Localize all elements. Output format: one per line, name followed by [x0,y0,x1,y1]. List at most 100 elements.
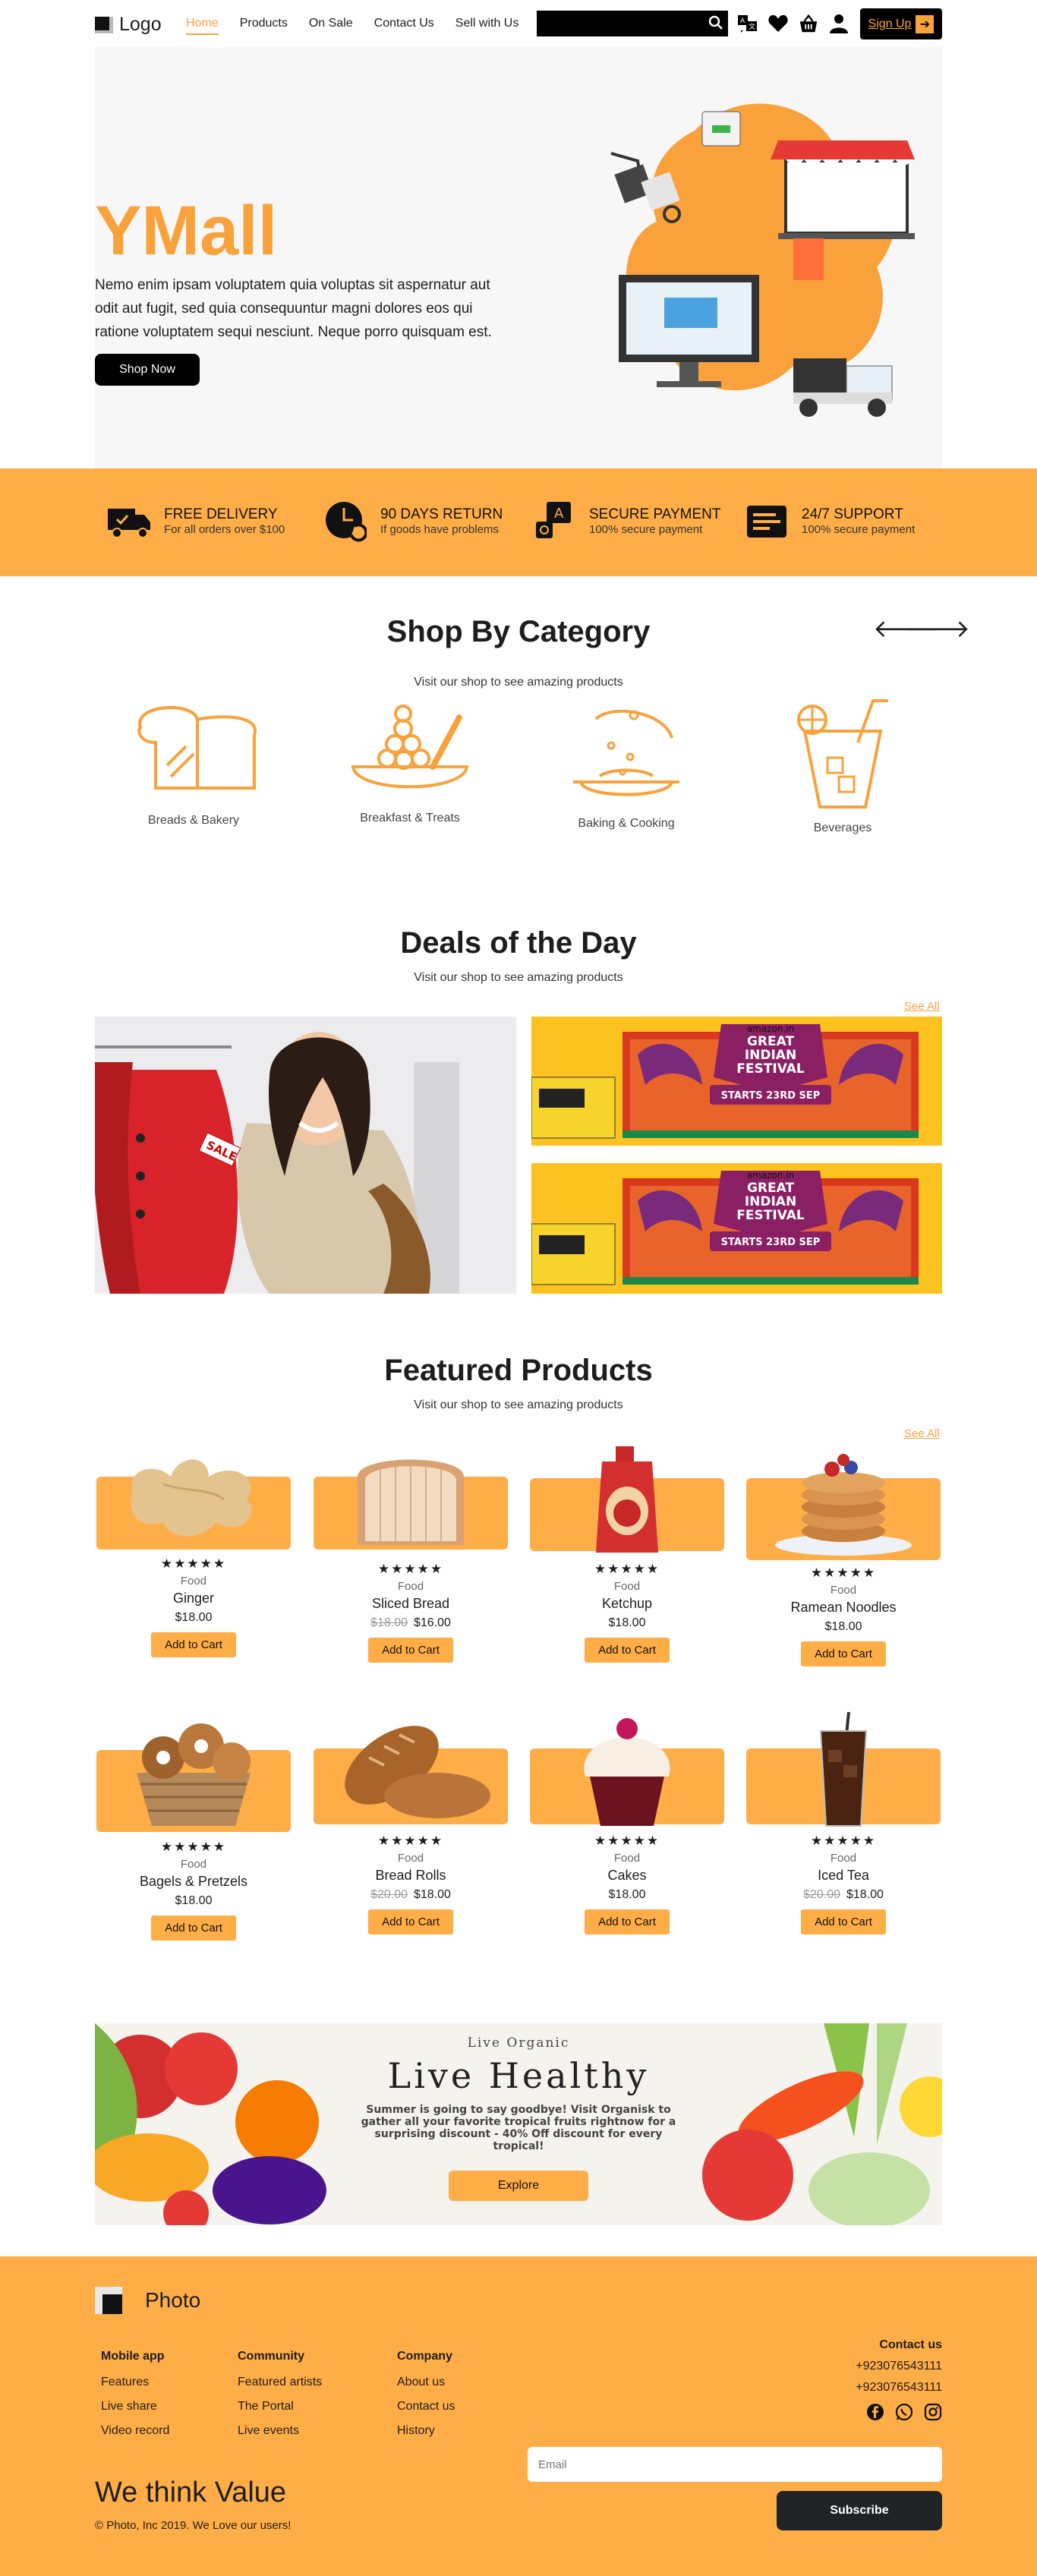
footer-tagline: We think Value [95,2477,287,2508]
feature-secure-payment: A SECURE PAYMENT 100% secure payment [531,501,721,542]
product-price: $18.00 [96,1611,291,1625]
hero-title: YMall [95,192,278,270]
product-category: Food [397,1852,424,1865]
banner-starts: STARTS 23RD SEP [721,1090,821,1102]
price-current: $18.00 [414,1888,451,1901]
product-price: $18.00 $16.00 [314,1616,508,1630]
add-to-cart-button[interactable]: Add to Cart [368,1909,453,1934]
footer-link[interactable]: Features [101,2370,169,2395]
feature-subtitle: If goods have problems [380,523,499,536]
nav-link-products[interactable]: Products [240,17,288,35]
basket-icon[interactable] [798,13,819,34]
nav-link-sell[interactable]: Sell with Us [455,17,519,35]
featured-title: Featured Products [384,1354,653,1387]
featured-see-all-link[interactable]: See All [904,1427,940,1440]
shop-now-button[interactable]: Shop Now [95,354,200,386]
footer-link[interactable]: Live events [238,2419,322,2443]
signup-button[interactable]: Sign Up ➔ [860,8,942,39]
footer-link[interactable]: About us [397,2370,455,2395]
site-logo[interactable]: Logo [95,14,162,36]
price-old: $20.00 [370,1888,408,1901]
nav-link-contact[interactable]: Contact Us [374,17,434,35]
organic-promo-banner: Live Organic Live Healthy Summer is goin… [95,2023,942,2225]
sale-shopper-image: SALE [95,1017,516,1294]
banner-brand: amazon.in [747,1170,794,1181]
heart-icon[interactable] [768,13,789,34]
category-breakfast[interactable]: Breakfast & Treats [334,695,486,825]
feature-support: 24/7 SUPPORT 100% secure payment [744,501,915,542]
promo-text: Summer is going to say goodbye! Visit Or… [361,2104,676,2152]
price-current: $18.00 [608,1888,646,1901]
facebook-icon[interactable] [866,2403,884,2429]
search-input[interactable] [537,11,728,36]
add-to-cart-button[interactable]: Add to Cart [801,1641,886,1666]
translate-icon[interactable]: A文 [737,13,758,34]
footer-col-title: Company [397,2350,452,2363]
subscribe-button[interactable]: Subscribe [777,2491,942,2530]
category-label: Breads & Bakery [147,814,240,827]
product-price: $18.00 [530,1888,724,1902]
footer-link[interactable]: Contact us [397,2395,455,2419]
sliced-bread-image [358,1459,464,1545]
cupcake-image [584,1718,670,1826]
signup-label: Sign Up [868,17,912,30]
product-name: Ginger [172,1591,215,1606]
footer-link[interactable]: Featured artists [238,2370,322,2395]
contact-phone: +923076543111 [856,2360,942,2373]
rating-stars: ★★★★★ [377,1562,444,1576]
arrow-right-icon[interactable]: 🡒 [905,613,970,643]
search-icon[interactable] [708,15,723,34]
logo-text: Logo [119,14,162,35]
category-breads[interactable]: Breads & Bakery [118,697,269,828]
category-baking[interactable]: Baking & Cooking [550,700,702,831]
deal-card-festival-2[interactable]: amazon.in GREAT INDIAN FESTIVAL STARTS 2… [531,1163,942,1294]
banner-title-line: INDIAN [745,1048,796,1063]
footer-link[interactable]: History [397,2419,455,2443]
social-icons [759,2403,942,2429]
price-current: $18.00 [824,1620,862,1633]
nav-links: Home Products On Sale Contact Us Sell wi… [186,17,518,35]
price-current: $18.00 [175,1611,213,1624]
features-strip: FREE DELIVERY For all orders over $100 90… [0,468,1037,576]
add-to-cart-button[interactable]: Add to Cart [151,1632,236,1657]
category-beverages[interactable]: Beverages [767,697,919,835]
price-old: $18.00 [370,1616,408,1629]
arrow-right-icon: ➔ [916,14,935,33]
product-name: Bagels & Pretzels [139,1874,248,1889]
feature-title: 24/7 SUPPORT [802,506,903,522]
price-current: $18.00 [175,1894,213,1907]
deal-card-sale[interactable]: SALE [95,1017,516,1294]
category-label: Baking & Cooking [578,817,675,830]
feature-title: SECURE PAYMENT [589,506,721,522]
footer-link[interactable]: The Portal [238,2395,322,2419]
product-category: Food [180,1575,207,1588]
footer-col-community: Community Featured artists The Portal Li… [238,2344,322,2443]
nav-link-home[interactable]: Home [186,17,219,35]
rating-stars: ★★★★★ [160,1840,227,1854]
deals-see-all-link[interactable]: See All [904,1000,940,1013]
whatsapp-icon[interactable] [895,2403,913,2429]
instagram-icon[interactable] [924,2403,942,2429]
bagels-basket-image [137,1723,251,1826]
banner-title-line: GREAT [747,1181,794,1196]
email-field[interactable] [528,2447,942,2482]
add-to-cart-button[interactable]: Add to Cart [585,1909,670,1934]
promo-kicker: Live Organic [467,2035,570,2051]
banner-brand: amazon.in [747,1023,794,1034]
product-category: Food [613,1580,641,1593]
add-to-cart-button[interactable]: Add to Cart [368,1638,453,1663]
add-to-cart-button[interactable]: Add to Cart [151,1915,236,1941]
deal-card-festival-1[interactable]: amazon.in GREAT INDIAN FESTIVAL STARTS 2… [531,1017,942,1146]
product-category: Food [397,1580,424,1593]
add-to-cart-button[interactable]: Add to Cart [801,1909,886,1934]
add-to-cart-button[interactable]: Add to Cart [585,1638,670,1663]
nav-link-on-sale[interactable]: On Sale [309,17,353,35]
price-current: $18.00 [608,1616,646,1629]
explore-button[interactable]: Explore [449,2171,588,2201]
user-icon[interactable] [828,13,849,34]
footer-link[interactable]: Video record [101,2419,169,2443]
rating-stars: ★★★★★ [377,1833,444,1848]
footer-link[interactable]: Live share [101,2395,169,2419]
footer-brand[interactable]: Photo [95,2287,200,2314]
product-name: Ketchup [601,1596,653,1611]
